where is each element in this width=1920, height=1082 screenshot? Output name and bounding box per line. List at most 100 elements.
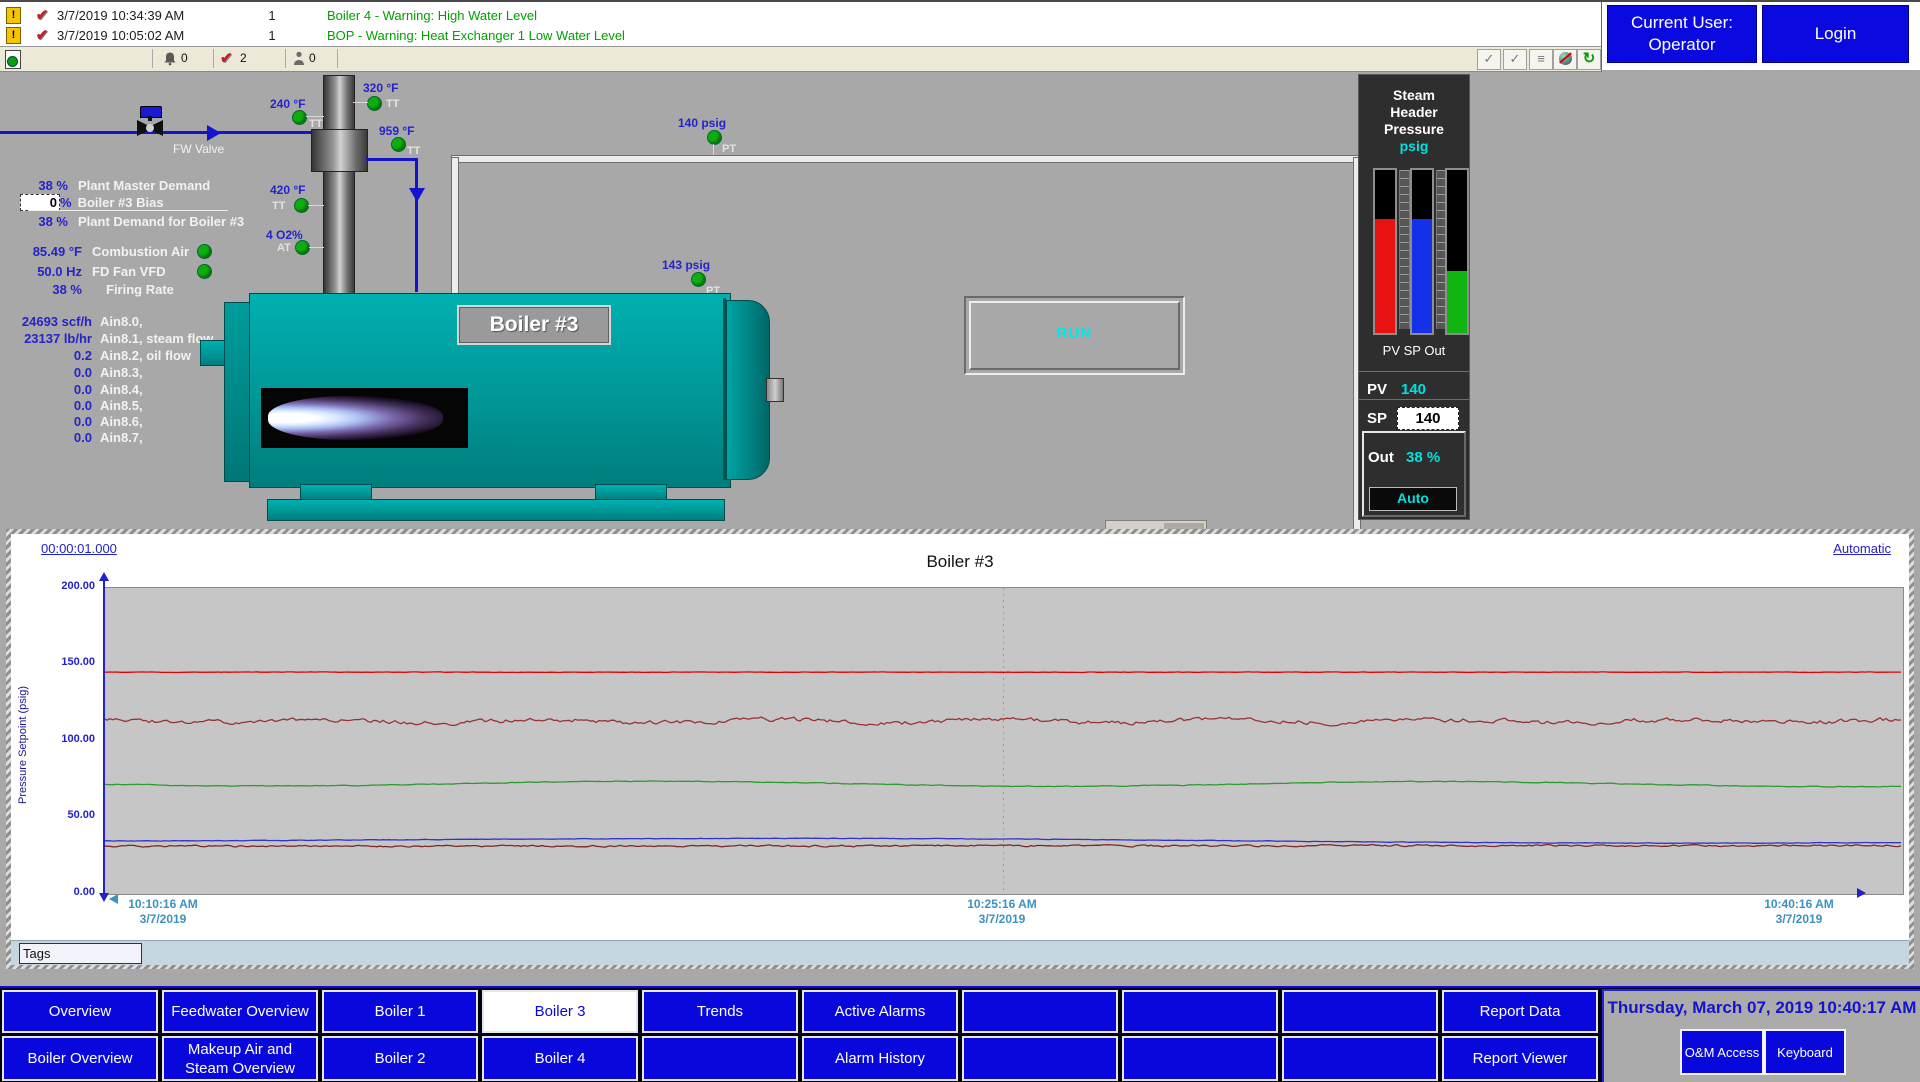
y-tick: 200.00 <box>37 580 95 592</box>
y-tick: 150.00 <box>37 656 95 668</box>
indicator-dot[interactable] <box>294 198 309 213</box>
nav-boiler-2[interactable]: Boiler 2 <box>322 1036 478 1081</box>
indicator-dot[interactable] <box>295 240 310 255</box>
y-tick: 50.00 <box>37 809 95 821</box>
nav-feedwater-overview[interactable]: Feedwater Overview <box>162 990 318 1033</box>
nav-blank[interactable] <box>1282 990 1438 1033</box>
warning-icon: ! <box>6 7 21 24</box>
bars-caption: PV SP Out <box>1359 343 1469 358</box>
nav-active-alarms[interactable]: Active Alarms <box>802 990 958 1033</box>
nav-blank[interactable] <box>1282 1036 1438 1081</box>
x-tick: 10:25:16 AM3/7/2019 <box>942 897 1062 927</box>
indicator-143psig: 143 psig <box>662 258 710 272</box>
nav-report-viewer[interactable]: Report Viewer <box>1442 1036 1598 1081</box>
tags-field[interactable]: Tags <box>19 943 142 964</box>
fw-valve-label: FW Valve <box>173 142 224 156</box>
alarm-count: 1 <box>217 8 327 23</box>
metric-label: Firing Rate <box>106 282 174 297</box>
status-ok-dot <box>197 264 212 279</box>
login-button[interactable]: Login <box>1762 5 1909 63</box>
nav-blank[interactable] <box>1122 1036 1278 1081</box>
hmi-screen: ! ✔ 3/7/2019 10:34:39 AM 1 Boiler 4 - Wa… <box>0 0 1920 1082</box>
y-axis-label: Pressure Setpoint (psig) <box>17 686 29 804</box>
nav-overview[interactable]: Overview <box>2 990 158 1033</box>
indicator-240F: 240 °F <box>270 97 305 111</box>
steam-riser-pipe <box>451 157 459 294</box>
trend-chart-panel: 00:00:01.000 Automatic Boiler #3 Pressur… <box>6 529 1914 969</box>
boiler-bias-input[interactable] <box>20 194 60 211</box>
divider <box>1601 2 1602 68</box>
ack-all-button-icon[interactable]: ✓ <box>1503 49 1527 70</box>
x-tick: 10:40:16 AM3/7/2019 <box>1739 897 1859 927</box>
ain-row: 23137 lb/hrAin8.1, steam flow <box>7 331 213 345</box>
boiler-end-cap <box>726 300 770 480</box>
end-nozzle <box>766 378 784 402</box>
pv-value: 140 <box>1401 381 1426 398</box>
keyboard-button[interactable]: Keyboard <box>1764 1029 1846 1075</box>
alarm-banner: ! ✔ 3/7/2019 10:34:39 AM 1 Boiler 4 - Wa… <box>0 2 1602 46</box>
nav-alarm-history[interactable]: Alarm History <box>802 1036 958 1081</box>
ain-row: 0.0Ain8.7, <box>7 430 143 444</box>
indicator-dot[interactable] <box>707 130 722 145</box>
indicator-O2: 4 O2% <box>266 228 303 242</box>
burner-flame <box>268 396 443 440</box>
current-user-box: Current User: Operator <box>1607 5 1757 63</box>
panel-title-line: Steam <box>1359 87 1469 104</box>
status-ok-dot <box>197 244 212 259</box>
indicator-dot[interactable] <box>391 137 406 152</box>
nav-boiler-3[interactable]: Boiler 3 <box>482 990 638 1033</box>
metric-unit: % <box>60 195 72 210</box>
metric-value: 38 % <box>10 282 82 297</box>
refresh-button-icon[interactable]: ↻ <box>1577 49 1601 70</box>
flow-arrow <box>207 125 221 141</box>
nav-boiler-overview[interactable]: Boiler Overview <box>2 1036 158 1081</box>
x-tick: 10:10:16 AM3/7/2019 <box>103 897 223 927</box>
boiler-mimic: FW Valve 38 % Plant Master Demand % Boil… <box>0 70 1920 529</box>
metric-value: 38 % <box>20 178 68 193</box>
ack-icon[interactable]: ✔ <box>33 26 51 44</box>
ack-icon[interactable]: ✔ <box>33 6 51 24</box>
run-status-box: RUN <box>964 296 1185 375</box>
datetime-panel: Thursday, March 07, 2019 10:40:17 AM O&M… <box>1602 989 1920 1082</box>
nav-blank[interactable] <box>962 990 1118 1033</box>
alarm-page-icon[interactable] <box>5 50 21 69</box>
indicator-959F: 959 °F <box>379 124 414 138</box>
alarm-row[interactable]: ! ✔ 3/7/2019 10:05:02 AM 1 BOP - Warning… <box>0 25 1601 45</box>
nav-blank[interactable] <box>642 1036 798 1081</box>
warning-icon: ! <box>6 27 21 44</box>
nav-blank[interactable] <box>962 1036 1118 1081</box>
sp-bar-fill <box>1412 219 1432 333</box>
nav-blank[interactable] <box>1122 990 1278 1033</box>
indicator-dot[interactable] <box>691 272 706 287</box>
tags-strip: Tags <box>11 940 1909 965</box>
out-bar-fill <box>1447 271 1467 333</box>
plot-area[interactable] <box>103 587 1904 895</box>
pv-bar-fill <box>1375 219 1395 333</box>
alarm-row[interactable]: ! ✔ 3/7/2019 10:34:39 AM 1 Boiler 4 - Wa… <box>0 5 1601 25</box>
sp-input[interactable] <box>1397 407 1459 430</box>
metric-value: 50.0 Hz <box>10 264 82 279</box>
list-button-icon[interactable]: ≡ <box>1529 49 1553 70</box>
ain-row: 0.0Ain8.4, <box>7 382 143 396</box>
metric-value: 38 % <box>20 214 68 229</box>
y-axis <box>103 579 105 895</box>
nav-report-data[interactable]: Report Data <box>1442 990 1598 1033</box>
nav-trends[interactable]: Trends <box>642 990 798 1033</box>
metric-label: Combustion Air <box>92 244 197 259</box>
ack-button-icon[interactable]: ✓ <box>1477 49 1501 70</box>
nav-boiler-4[interactable]: Boiler 4 <box>482 1036 638 1081</box>
y-tick: 100.00 <box>37 733 95 745</box>
nav-makeup-air[interactable]: Makeup Air and Steam Overview <box>162 1036 318 1081</box>
fw-valve-icon[interactable] <box>137 106 163 136</box>
ack-check-icon[interactable]: ✔ <box>220 49 233 67</box>
metric-row: 50.0 Hz FD Fan VFD <box>10 264 212 278</box>
indicator-dot[interactable] <box>367 96 382 111</box>
silence-button-icon[interactable] <box>1553 49 1577 70</box>
alarm-count: 1 <box>217 28 327 43</box>
datetime-text: Thursday, March 07, 2019 10:40:17 AM <box>1604 998 1920 1018</box>
person-icon <box>293 51 305 66</box>
nav-boiler-1[interactable]: Boiler 1 <box>322 990 478 1033</box>
auto-mode-button[interactable]: Auto <box>1369 487 1457 511</box>
indicator-dot[interactable] <box>292 110 307 125</box>
om-access-button[interactable]: O&M Access <box>1680 1029 1764 1075</box>
